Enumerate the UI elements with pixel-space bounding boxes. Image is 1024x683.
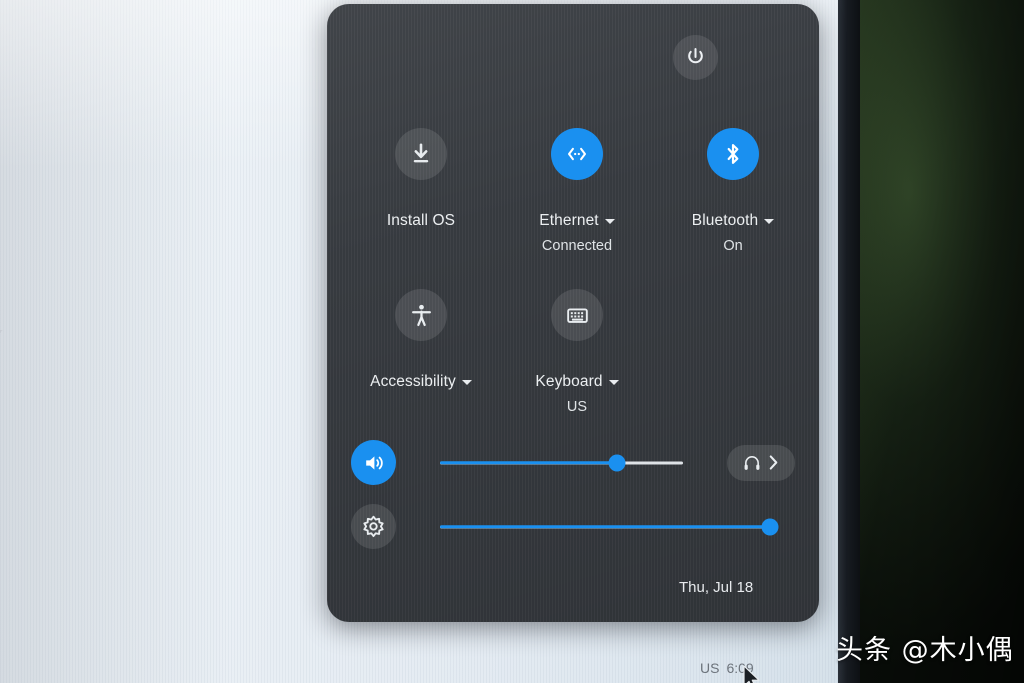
mouse-cursor-icon	[743, 665, 760, 683]
dark-reflection-area	[860, 0, 1024, 683]
download-icon	[413, 143, 429, 163]
quick-settings-panel: Install OS Ethernet Connected Bluetooth …	[327, 4, 819, 622]
tile-label: Install OS	[387, 212, 455, 230]
install-os-icon-circle	[395, 128, 447, 180]
bluetooth-icon-circle	[707, 128, 759, 180]
volume-track-fill	[440, 460, 618, 465]
install-os-label: Install OS	[386, 212, 456, 229]
brightness-icon	[363, 515, 384, 538]
tile-accessibility[interactable]: Accessibility	[346, 289, 496, 391]
keyboard-status: US	[566, 399, 588, 415]
brightness-slider[interactable]	[440, 517, 779, 537]
brightness-slider-row	[351, 504, 799, 549]
screen-bezel	[838, 0, 860, 683]
bluetooth-status: On	[723, 238, 743, 254]
ethernet-icon-circle	[551, 128, 603, 180]
tile-ethernet[interactable]: Ethernet Connected	[502, 128, 652, 254]
photographed-screen: Install OS Ethernet Connected Bluetooth …	[0, 0, 1024, 683]
keyboard-icon-circle	[551, 289, 603, 341]
panel-header	[327, 4, 819, 108]
headphones-icon	[744, 455, 760, 470]
chevron-right-icon	[769, 455, 778, 470]
volume-slider[interactable]	[440, 453, 683, 473]
keyboard-icon	[566, 308, 588, 323]
chevron-down-icon	[608, 379, 619, 385]
volume-slider-row	[351, 440, 799, 485]
volume-thumb[interactable]	[608, 454, 626, 471]
bluetooth-icon	[727, 144, 739, 164]
tile-label: Ethernet	[539, 212, 615, 230]
power-button[interactable]	[673, 35, 718, 80]
accessibility-icon	[411, 304, 431, 326]
publisher-watermark: 头条 @木小偶	[836, 635, 1014, 666]
brightness-thumb[interactable]	[761, 518, 779, 535]
brightness-track-fill	[440, 524, 770, 529]
shelf-keyboard-layout: US	[700, 660, 720, 676]
chevron-down-icon	[764, 218, 775, 224]
keyboard-label: Keyboard	[535, 373, 603, 390]
bluetooth-label: Bluetooth	[691, 212, 759, 229]
accessibility-label: Accessibility	[370, 373, 456, 390]
chevron-down-icon	[461, 379, 472, 385]
tile-label: Accessibility	[370, 373, 472, 391]
ethernet-status: Connected	[541, 238, 613, 254]
date-label[interactable]: Thu, Jul 18	[679, 579, 753, 596]
tile-label: Bluetooth	[691, 212, 775, 230]
tile-bluetooth[interactable]: Bluetooth On	[658, 128, 808, 254]
tile-keyboard[interactable]: Keyboard US	[502, 289, 652, 415]
ethernet-label: Ethernet	[539, 212, 599, 229]
volume-toggle-button[interactable]	[351, 440, 396, 485]
volume-on-icon	[365, 455, 383, 470]
chevron-down-icon	[604, 218, 615, 224]
tile-install-os[interactable]: Install OS	[346, 128, 496, 230]
accessibility-icon-circle	[395, 289, 447, 341]
ethernet-icon	[568, 147, 586, 161]
brightness-icon-button[interactable]	[351, 504, 396, 549]
tile-label: Keyboard	[535, 373, 619, 391]
audio-output-button[interactable]	[727, 444, 795, 481]
power-icon	[688, 48, 703, 64]
